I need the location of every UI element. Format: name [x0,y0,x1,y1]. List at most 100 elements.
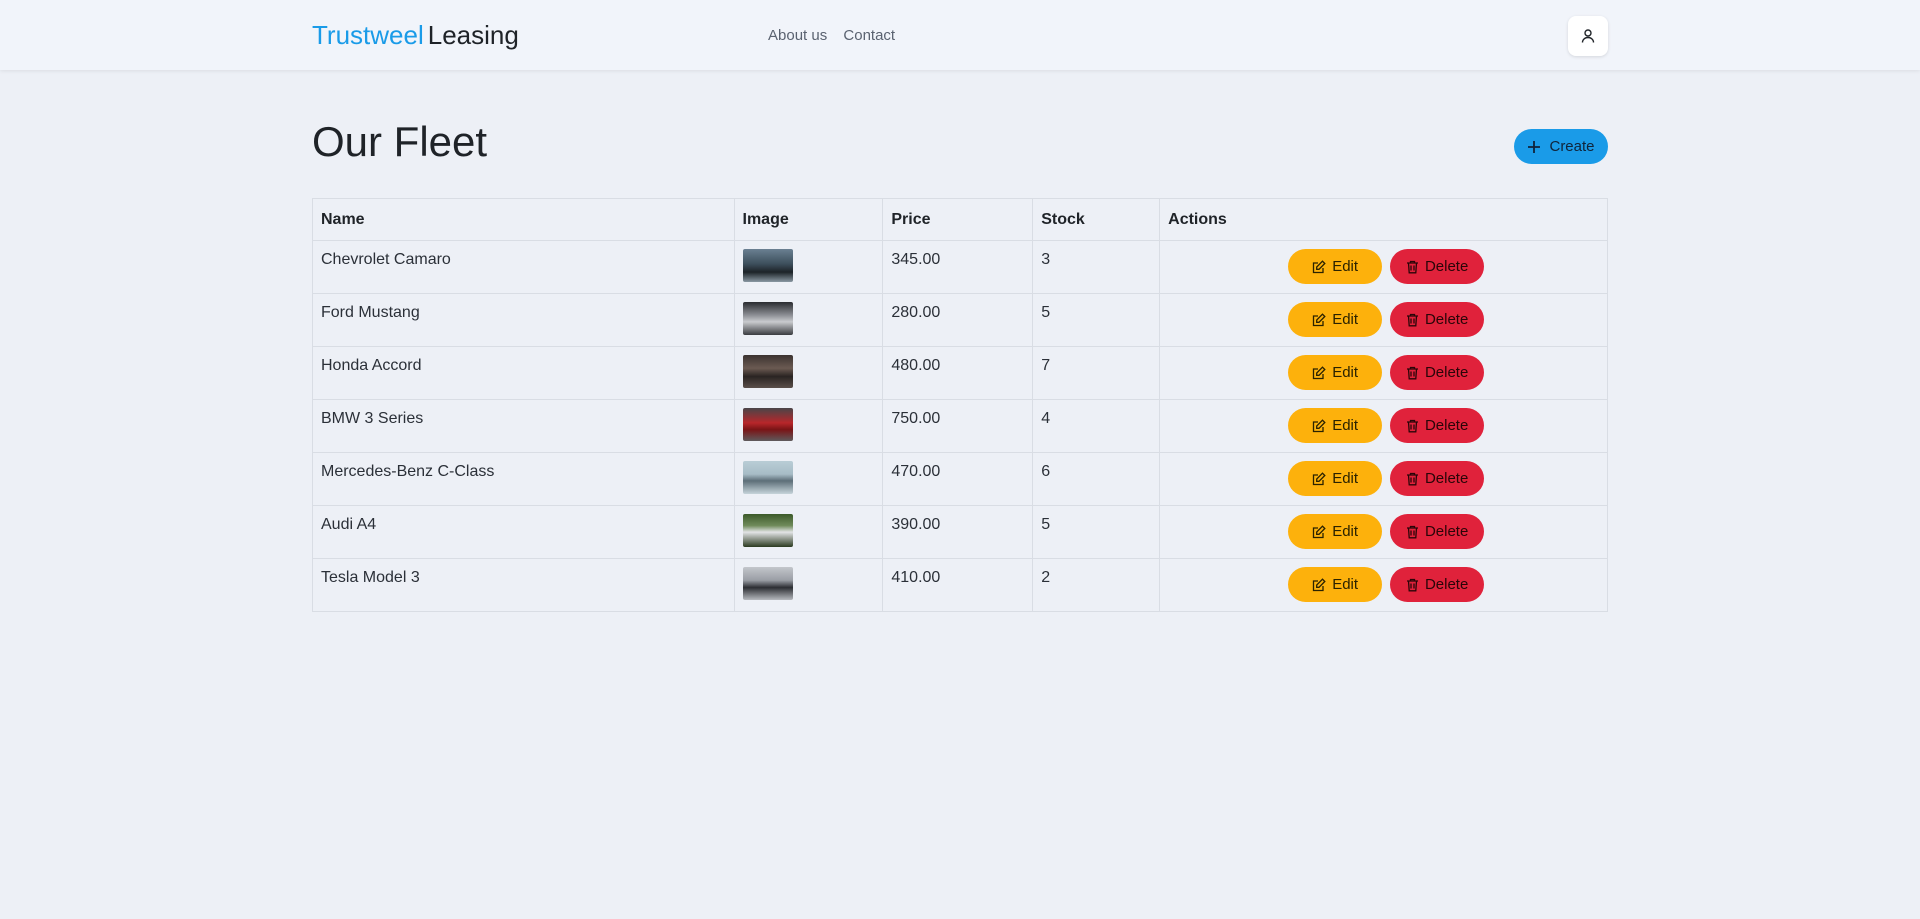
car-name: BMW 3 Series [312,399,735,453]
delete-button-label: Delete [1424,523,1469,540]
delete-button[interactable]: Delete [1390,514,1485,549]
delete-button[interactable]: Delete [1390,249,1485,284]
edit-button[interactable]: Edit [1288,461,1383,496]
car-image-cell [733,240,884,294]
car-name: Ford Mustang [312,293,735,347]
column-header-price: Price [882,198,1034,241]
car-price: 345.00 [882,240,1034,294]
delete-button-label: Delete [1424,417,1469,434]
pencil-square-icon [1313,312,1326,326]
car-stock: 6 [1032,452,1161,506]
trash-icon [1406,366,1418,379]
delete-button-label: Delete [1424,311,1469,328]
car-name: Tesla Model 3 [312,558,735,612]
table-header-row: Name Image Price Stock Actions [312,198,1608,241]
edit-button-label: Edit [1332,258,1359,275]
car-image-cell [733,399,884,453]
car-stock: 2 [1032,558,1161,612]
edit-button[interactable]: Edit [1288,355,1383,390]
column-header-stock: Stock [1032,198,1161,241]
delete-button-label: Delete [1424,576,1469,593]
create-button[interactable]: Create [1514,129,1608,164]
car-thumbnail-image [742,302,793,335]
table-row: Honda Accord 480.00 7 Edit Delete [312,346,1608,400]
column-header-actions: Actions [1159,198,1608,241]
car-price: 470.00 [882,452,1034,506]
edit-button[interactable]: Edit [1288,514,1383,549]
pencil-square-icon [1313,365,1326,379]
plus-icon [1528,140,1541,153]
pencil-square-icon [1313,418,1326,432]
car-actions: Edit Delete [1159,293,1608,347]
car-thumbnail-image [742,249,793,282]
car-price: 750.00 [882,399,1034,453]
edit-button-label: Edit [1332,364,1359,381]
pencil-square-icon [1313,471,1326,485]
car-actions: Edit Delete [1159,346,1608,400]
delete-button[interactable]: Delete [1390,567,1485,602]
trash-icon [1406,419,1418,432]
car-image-cell [733,558,884,612]
pencil-square-icon [1313,524,1326,538]
user-icon [1581,29,1595,43]
car-stock: 5 [1032,505,1161,559]
car-image-cell [733,346,884,400]
nav-link-contact[interactable]: Contact [843,27,895,44]
table-row: BMW 3 Series 750.00 4 Edit Delete [312,399,1608,453]
car-name: Mercedes-Benz C-Class [312,452,735,506]
edit-button[interactable]: Edit [1288,408,1383,443]
user-account-button[interactable] [1568,16,1608,56]
car-price: 480.00 [882,346,1034,400]
brand-logo[interactable]: Trustweel Leasing [312,20,519,50]
car-stock: 7 [1032,346,1161,400]
car-actions: Edit Delete [1159,452,1608,506]
car-actions: Edit Delete [1159,558,1608,612]
nav-link-about-us[interactable]: About us [768,27,827,44]
fleet-table: Name Image Price Stock Actions Chevrolet… [312,198,1608,612]
pencil-square-icon [1313,577,1326,591]
edit-button-label: Edit [1332,470,1359,487]
car-price: 280.00 [882,293,1034,347]
edit-button-label: Edit [1332,417,1359,434]
edit-button[interactable]: Edit [1288,249,1383,284]
trash-icon [1406,313,1418,326]
table-row: Chevrolet Camaro 345.00 3 Edit Delete [312,240,1608,294]
trash-icon [1406,260,1418,273]
delete-button[interactable]: Delete [1390,408,1485,443]
car-image-cell [733,293,884,347]
create-button-label: Create [1549,138,1595,155]
car-actions: Edit Delete [1159,505,1608,559]
car-price: 410.00 [882,558,1034,612]
car-name: Chevrolet Camaro [312,240,735,294]
delete-button[interactable]: Delete [1390,461,1485,496]
car-image-cell [733,452,884,506]
car-image-cell [733,505,884,559]
column-header-name: Name [312,198,735,241]
car-name: Honda Accord [312,346,735,400]
edit-button-label: Edit [1332,311,1359,328]
brand-name-part2: Leasing [427,20,519,50]
page-title: Our Fleet [312,118,488,165]
edit-button[interactable]: Edit [1288,302,1383,337]
car-thumbnail-image [742,514,793,547]
delete-button[interactable]: Delete [1390,355,1485,390]
car-thumbnail-image [742,408,793,441]
table-row: Ford Mustang 280.00 5 Edit Delete [312,293,1608,347]
car-stock: 4 [1032,399,1161,453]
car-stock: 3 [1032,240,1161,294]
edit-button-label: Edit [1332,523,1359,540]
navbar: Trustweel Leasing About us Contact [0,0,1920,70]
table-body: Chevrolet Camaro 345.00 3 Edit Delete Fo… [312,240,1608,612]
trash-icon [1406,525,1418,538]
nav-links: About us Contact [768,27,907,45]
trash-icon [1406,578,1418,591]
pencil-square-icon [1313,259,1326,273]
delete-button[interactable]: Delete [1390,302,1485,337]
brand-name-part1: Trustweel [312,20,424,50]
table-row: Tesla Model 3 410.00 2 Edit Delete [312,558,1608,612]
edit-button[interactable]: Edit [1288,567,1383,602]
car-stock: 5 [1032,293,1161,347]
delete-button-label: Delete [1424,470,1469,487]
car-thumbnail-image [742,567,793,600]
delete-button-label: Delete [1424,258,1469,275]
